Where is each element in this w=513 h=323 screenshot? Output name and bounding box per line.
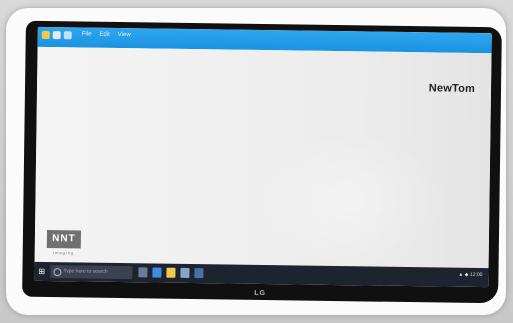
taskbar-apps xyxy=(138,267,204,279)
screen-glare xyxy=(254,129,447,273)
store-icon[interactable] xyxy=(180,267,190,278)
tray-status[interactable]: ▲ ◆ 12:00 xyxy=(458,272,482,278)
task-view-icon[interactable] xyxy=(138,267,148,278)
help-icon[interactable] xyxy=(63,31,72,40)
nnt-logo-text: NNT xyxy=(46,230,82,249)
nnt-logo: NNT imaging xyxy=(46,230,82,256)
monitor: File Edit View NewTom NNT imaging ⊞ Type… xyxy=(22,20,502,304)
taskbar-search-input[interactable]: Type here to search xyxy=(50,265,133,280)
menu-view[interactable]: View xyxy=(118,32,131,38)
nnt-logo-subtitle: imaging xyxy=(53,250,75,256)
search-icon xyxy=(53,268,62,277)
system-tray: ▲ ◆ 12:00 xyxy=(458,272,482,278)
edge-icon[interactable] xyxy=(152,267,162,278)
toolbar-icons xyxy=(41,30,72,40)
main-content: NewTom NNT imaging xyxy=(34,46,492,273)
folder-icon[interactable] xyxy=(41,30,50,40)
menu-edit[interactable]: Edit xyxy=(99,32,109,38)
search-placeholder: Type here to search xyxy=(63,268,108,275)
explorer-icon[interactable] xyxy=(166,267,176,278)
newtom-logo: NewTom xyxy=(428,82,476,95)
save-icon[interactable] xyxy=(52,31,61,40)
menu-file[interactable]: File xyxy=(82,31,92,37)
lg-logo: LG xyxy=(254,289,267,298)
monitor-screen: File Edit View NewTom NNT imaging ⊞ Type… xyxy=(34,26,492,288)
menu-bar: File Edit View xyxy=(82,31,131,38)
mail-icon[interactable] xyxy=(194,268,204,279)
windows-start-icon[interactable]: ⊞ xyxy=(38,267,47,276)
